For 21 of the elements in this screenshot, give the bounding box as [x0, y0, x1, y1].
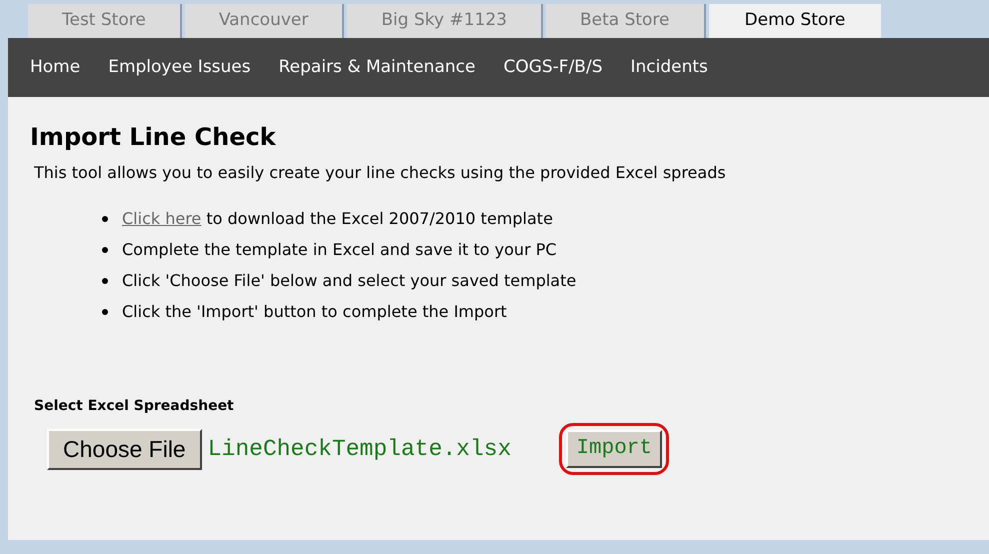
- instruction-text: Click here to download the Excel 2007/2010 template: [122, 208, 553, 230]
- bullet-icon: [102, 247, 108, 253]
- field-label: Select Excel Spreadsheet: [33, 397, 235, 416]
- nav-link[interactable]: Repairs & Maintenance: [278, 54, 476, 80]
- instruction-text: Click the 'Import' button to complete the Import: [122, 301, 507, 323]
- import-button[interactable]: Import: [566, 430, 662, 468]
- instruction-text: Complete the template in Excel and save it to your PC: [122, 239, 557, 261]
- choose-file-button[interactable]: Choose File: [47, 428, 202, 470]
- file-name: LineCheckTemplate.xlsx: [208, 434, 512, 464]
- bullet-icon: [102, 309, 108, 315]
- download-link[interactable]: Click here: [122, 209, 202, 228]
- page-title: Import Line Check: [30, 125, 277, 149]
- store-tab[interactable]: Demo Store: [708, 4, 882, 38]
- nav-link[interactable]: COGS-F/B/S: [503, 54, 602, 80]
- bullet-icon: [102, 216, 108, 222]
- nav-link[interactable]: Employee Issues: [108, 54, 251, 80]
- instruction-text: Click 'Choose File' below and select your saved template: [122, 270, 576, 292]
- description: This tool allows you to easily create your line checks using the provided Excel spreads: [33, 162, 727, 184]
- nav-link[interactable]: Home: [30, 54, 80, 80]
- bullet-icon: [102, 278, 108, 284]
- nav-link[interactable]: Incidents: [630, 54, 708, 80]
